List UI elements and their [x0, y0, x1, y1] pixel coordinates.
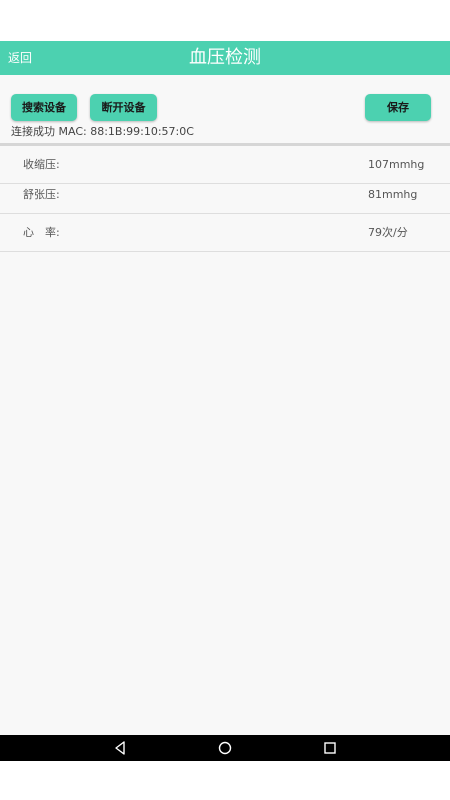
recent-square-icon[interactable] — [322, 740, 338, 756]
reading-row-diastolic: 舒张压: 81mmhg — [0, 176, 450, 214]
reading-label: 舒张压: — [23, 188, 60, 201]
connection-status: 连接成功 MAC: 88:1B:99:10:57:0C — [11, 125, 194, 138]
save-button[interactable]: 保存 — [365, 94, 431, 121]
home-circle-icon[interactable] — [217, 740, 233, 756]
app-bar: 返回 血压检测 — [0, 41, 450, 75]
reading-value: 79次/分 — [368, 226, 408, 239]
reading-label: 心 率: — [23, 226, 60, 239]
reading-row-heart-rate: 心 率: 79次/分 — [0, 214, 450, 252]
search-device-button[interactable]: 搜索设备 — [11, 94, 77, 121]
reading-value: 81mmhg — [368, 188, 418, 201]
back-triangle-icon[interactable] — [112, 740, 128, 756]
content-area: 搜索设备 断开设备 保存 连接成功 MAC: 88:1B:99:10:57:0C… — [0, 75, 450, 735]
disconnect-device-button[interactable]: 断开设备 — [90, 94, 157, 121]
page-title: 血压检测 — [189, 47, 261, 68]
system-nav-bar — [0, 735, 450, 761]
bottom-space — [0, 761, 450, 800]
status-bar — [0, 0, 450, 41]
